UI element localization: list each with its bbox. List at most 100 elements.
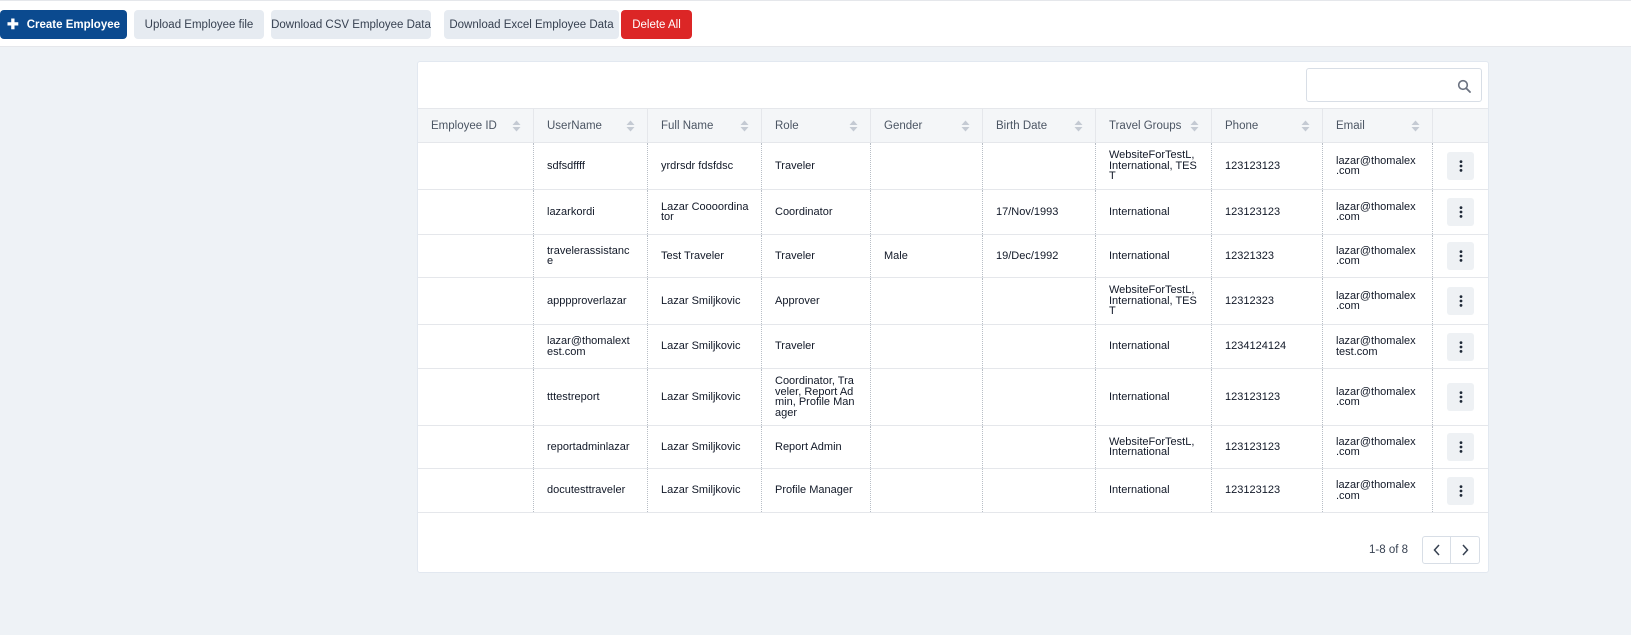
column-header-gender[interactable]: Gender xyxy=(871,109,983,142)
download-excel-button[interactable]: Download Excel Employee Data xyxy=(444,10,619,39)
cell-birth-date xyxy=(983,325,1096,368)
cell-travel-groups: International xyxy=(1096,190,1212,234)
cell-actions xyxy=(1433,278,1488,324)
sort-icon[interactable] xyxy=(626,120,635,132)
column-header-role[interactable]: Role xyxy=(762,109,871,142)
cell-travel-groups: WebsiteForTestL, International, TEST xyxy=(1096,143,1212,189)
cell-gender xyxy=(871,469,983,512)
row-menu-button[interactable] xyxy=(1447,242,1474,270)
cell-email: lazar@thomalex .com xyxy=(1323,369,1433,425)
cell-username: apppproverlazar xyxy=(534,278,648,324)
column-header-label: Email xyxy=(1336,119,1365,132)
cell-employee-id xyxy=(418,469,534,512)
cell-phone: 123123123 xyxy=(1212,190,1323,234)
row-menu-button[interactable] xyxy=(1447,198,1474,226)
column-header-username[interactable]: UserName xyxy=(534,109,648,142)
cell-email: lazar@thomalex test.com xyxy=(1323,325,1433,368)
cell-employee-id xyxy=(418,325,534,368)
sort-icon[interactable] xyxy=(740,120,749,132)
cell-role: Coordinator xyxy=(762,190,871,234)
search-input[interactable] xyxy=(1306,68,1482,102)
row-menu-button[interactable] xyxy=(1447,152,1474,180)
cell-username: lazarkordi xyxy=(534,190,648,234)
table-row[interactable]: sdfsdffff yrdrsdr fdsfdsc Traveler WebsiteF… xyxy=(418,143,1488,190)
cell-full-name: Lazar Smiljkovic xyxy=(648,325,762,368)
cell-gender xyxy=(871,278,983,324)
table-row[interactable]: tttestreport Lazar Smiljkovic Coordinator,… xyxy=(418,369,1488,426)
cell-full-name: Lazar Smiljkovic xyxy=(648,426,762,468)
cell-username: tttestreport xyxy=(534,369,648,425)
cell-role: Traveler xyxy=(762,143,871,189)
cell-gender xyxy=(871,369,983,425)
cell-phone: 1234124124 xyxy=(1212,325,1323,368)
table-body: sdfsdffff yrdrsdr fdsfdsc Traveler WebsiteF… xyxy=(418,143,1488,513)
cell-phone: 12321323 xyxy=(1212,235,1323,277)
column-header-label: Employee ID xyxy=(431,119,497,132)
table-row[interactable]: travelerassistance Test Traveler Traveler M… xyxy=(418,235,1488,278)
row-menu-button[interactable] xyxy=(1447,332,1474,361)
employee-table: Employee ID UserName Full Name Role Gender Bi… xyxy=(418,108,1488,513)
table-row[interactable]: apppproverlazar Lazar Smiljkovic Approver W… xyxy=(418,278,1488,325)
column-header-label: Gender xyxy=(884,119,923,132)
sort-icon[interactable] xyxy=(849,120,858,132)
cell-role: Approver xyxy=(762,278,871,324)
cell-phone: 123123123 xyxy=(1212,143,1323,189)
sort-icon[interactable] xyxy=(1411,120,1420,132)
cell-actions xyxy=(1433,325,1488,368)
row-menu-button[interactable] xyxy=(1447,287,1474,315)
delete-all-button[interactable]: Delete All xyxy=(621,10,692,39)
column-header-birth-date[interactable]: Birth Date xyxy=(983,109,1096,142)
cell-employee-id xyxy=(418,190,534,234)
upload-employee-file-button[interactable]: Upload Employee file xyxy=(134,10,264,39)
cell-username: sdfsdffff xyxy=(534,143,648,189)
column-header-label: Phone xyxy=(1225,119,1259,132)
cell-phone: 12312323 xyxy=(1212,278,1323,324)
column-header-phone[interactable]: Phone xyxy=(1212,109,1323,142)
cell-role: Coordinator, Traveler, Report Admin, Pro… xyxy=(762,369,871,425)
column-header-travel-groups[interactable]: Travel Groups xyxy=(1096,109,1212,142)
previous-page-button[interactable] xyxy=(1422,536,1451,564)
cell-gender: Male xyxy=(871,235,983,277)
chevron-left-icon xyxy=(1432,544,1440,556)
table-row[interactable]: docutesttraveler Lazar Smiljkovic Profile … xyxy=(418,469,1488,513)
create-employee-label: Create Employee xyxy=(26,18,121,31)
cell-actions xyxy=(1433,235,1488,277)
cell-email: lazar@thomalex .com xyxy=(1323,278,1433,324)
cell-role: Traveler xyxy=(762,235,871,277)
row-menu-button[interactable] xyxy=(1447,476,1474,505)
row-menu-button[interactable] xyxy=(1447,383,1474,411)
kebab-menu-icon xyxy=(1459,206,1462,218)
column-header-email[interactable]: Email xyxy=(1323,109,1433,142)
kebab-menu-icon xyxy=(1459,441,1462,453)
row-menu-button[interactable] xyxy=(1447,433,1474,461)
pagination-range: 1-8 of 8 xyxy=(1369,544,1408,556)
sort-icon[interactable] xyxy=(512,120,521,132)
pagination: 1-8 of 8 xyxy=(1369,536,1480,564)
column-header-employee-id[interactable]: Employee ID xyxy=(418,109,534,142)
cell-actions xyxy=(1433,369,1488,425)
next-page-button[interactable] xyxy=(1451,536,1480,564)
column-header-label: Full Name xyxy=(661,119,714,132)
cell-full-name: Test Traveler xyxy=(648,235,762,277)
sort-icon[interactable] xyxy=(961,120,970,132)
cell-travel-groups: WebsiteForTestL, International, TEST xyxy=(1096,278,1212,324)
sort-icon[interactable] xyxy=(1190,120,1199,132)
cell-full-name: yrdrsdr fdsfdsc xyxy=(648,143,762,189)
create-employee-button[interactable]: ✚ Create Employee xyxy=(0,10,127,39)
cell-employee-id xyxy=(418,235,534,277)
sort-icon[interactable] xyxy=(1301,120,1310,132)
table-row[interactable]: lazarkordi Lazar Coooordinator Coordinator… xyxy=(418,190,1488,235)
table-row[interactable]: lazar@thomalextest.com Lazar Smiljkovic Tr… xyxy=(418,325,1488,369)
cell-username: lazar@thomalextest.com xyxy=(534,325,648,368)
cell-full-name: Lazar Smiljkovic xyxy=(648,369,762,425)
column-header-full-name[interactable]: Full Name xyxy=(648,109,762,142)
sort-icon[interactable] xyxy=(1074,120,1083,132)
toolbar: ✚ Create Employee Upload Employee file D… xyxy=(0,0,1631,47)
cell-actions xyxy=(1433,469,1488,512)
cell-birth-date: 17/Nov/1993 xyxy=(983,190,1096,234)
cell-travel-groups: International xyxy=(1096,469,1212,512)
cell-email: lazar@thomalex .com xyxy=(1323,190,1433,234)
kebab-menu-icon xyxy=(1459,484,1462,497)
download-csv-button[interactable]: Download CSV Employee Data xyxy=(271,10,431,39)
table-row[interactable]: reportadminlazar Lazar Smiljkovic Report A… xyxy=(418,426,1488,469)
